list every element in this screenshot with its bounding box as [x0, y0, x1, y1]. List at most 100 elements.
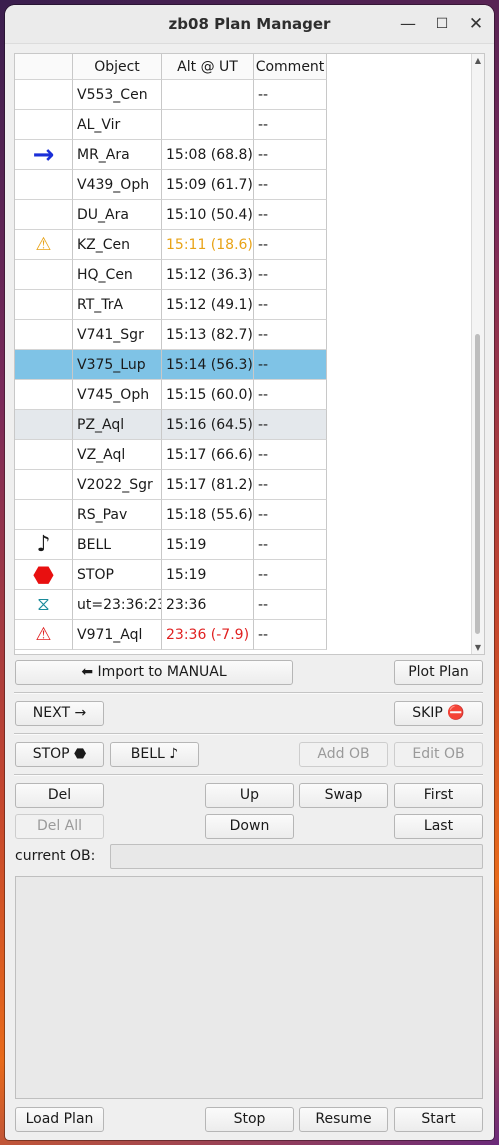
alt-ut-cell: 15:08 (68.8): [162, 140, 254, 170]
scroll-down-icon[interactable]: ▼: [472, 643, 484, 652]
object-cell: DU_Ara: [73, 200, 162, 230]
object-cell: V2022_Sgr: [73, 470, 162, 500]
table-row[interactable]: VZ_Aql 15:17 (66.6) --: [15, 440, 327, 470]
bell-button[interactable]: BELL ♪: [110, 742, 199, 767]
comment-cell: --: [254, 320, 327, 350]
close-icon[interactable]: ✕: [464, 12, 488, 36]
object-cell: STOP: [73, 560, 162, 590]
window-title: zb08 Plan Manager: [168, 15, 331, 33]
row-icon-cell: [15, 260, 73, 290]
del-all-button[interactable]: Del All: [15, 814, 104, 839]
comment-cell: --: [254, 440, 327, 470]
log-text-area[interactable]: [15, 876, 483, 1099]
maximize-icon[interactable]: ☐: [430, 12, 454, 36]
alt-ut-cell: 15:13 (82.7): [162, 320, 254, 350]
comment-cell: --: [254, 170, 327, 200]
up-button[interactable]: Up: [205, 783, 294, 808]
alt-ut-cell: 15:16 (64.5): [162, 410, 254, 440]
alt-ut-cell: 15:18 (55.6): [162, 500, 254, 530]
next-button[interactable]: NEXT →: [15, 701, 104, 726]
resume-button[interactable]: Resume: [299, 1107, 388, 1132]
table-row[interactable]: RT_TrA 15:12 (49.1) --: [15, 290, 327, 320]
comment-cell: --: [254, 110, 327, 140]
object-cell: KZ_Cen: [73, 230, 162, 260]
bell-note-icon: ♪: [15, 530, 73, 560]
object-cell: V741_Sgr: [73, 320, 162, 350]
alt-ut-cell: 23:36 (-7.9): [162, 620, 254, 650]
scroll-up-icon[interactable]: ▲: [472, 56, 484, 65]
table-row[interactable]: ⧖ ut=23:36:23 23:36 --: [15, 590, 327, 620]
table-scrollbar[interactable]: ▲ ▼: [471, 54, 484, 654]
plan-table[interactable]: Object Alt @ UT Comment V553_Cen -- AL_Vir…: [14, 53, 485, 655]
table-row[interactable]: ⚠ V971_Aql 23:36 (-7.9) --: [15, 620, 327, 650]
object-cell: V745_Oph: [73, 380, 162, 410]
alt-ut-cell: 15:19: [162, 560, 254, 590]
row-icon-cell: [15, 200, 73, 230]
row-icon-cell: [15, 470, 73, 500]
alt-ut-cell: 15:12 (49.1): [162, 290, 254, 320]
column-header-comment[interactable]: Comment: [254, 54, 327, 80]
swap-button[interactable]: Swap: [299, 783, 388, 808]
table-row[interactable]: PZ_Aql 15:16 (64.5) --: [15, 410, 327, 440]
comment-cell: --: [254, 560, 327, 590]
table-row[interactable]: ⬣ STOP 15:19 --: [15, 560, 327, 590]
start-button[interactable]: Start: [394, 1107, 483, 1132]
table-row[interactable]: V375_Lup 15:14 (56.3) --: [15, 350, 327, 380]
comment-cell: --: [254, 500, 327, 530]
table-row[interactable]: V553_Cen --: [15, 80, 327, 110]
stop-ob-button[interactable]: STOP ⬣: [15, 742, 104, 767]
skip-button[interactable]: SKIP ⛔: [394, 701, 483, 726]
object-cell: BELL: [73, 530, 162, 560]
stop-octagon-icon: ⬣: [15, 560, 73, 590]
last-button[interactable]: Last: [394, 814, 483, 839]
row-icon-cell: [15, 500, 73, 530]
column-header-icon[interactable]: [15, 54, 73, 80]
column-header-object[interactable]: Object: [73, 54, 162, 80]
row-icon-cell: [15, 290, 73, 320]
row-icon-cell: [15, 410, 73, 440]
separator: [14, 692, 483, 694]
comment-cell: --: [254, 200, 327, 230]
first-button[interactable]: First: [394, 783, 483, 808]
minimize-icon[interactable]: —: [396, 12, 420, 36]
load-plan-button[interactable]: Load Plan: [15, 1107, 104, 1132]
stop-button[interactable]: Stop: [205, 1107, 294, 1132]
table-row[interactable]: HQ_Cen 15:12 (36.3) --: [15, 260, 327, 290]
alt-ut-cell: 23:36: [162, 590, 254, 620]
comment-cell: --: [254, 380, 327, 410]
edit-ob-button[interactable]: Edit OB: [394, 742, 483, 767]
alt-ut-cell: 15:12 (36.3): [162, 260, 254, 290]
hourglass-icon: ⧖: [15, 590, 73, 620]
comment-cell: --: [254, 530, 327, 560]
add-ob-button[interactable]: Add OB: [299, 742, 388, 767]
table-row[interactable]: → MR_Ara 15:08 (68.8) --: [15, 140, 327, 170]
table-row[interactable]: ♪ BELL 15:19 --: [15, 530, 327, 560]
row-icon-cell: [15, 170, 73, 200]
table-row[interactable]: AL_Vir --: [15, 110, 327, 140]
import-to-manual-button[interactable]: ⬅ Import to MANUAL: [15, 660, 293, 685]
column-header-alt-ut[interactable]: Alt @ UT: [162, 54, 254, 80]
alt-ut-cell: 15:17 (66.6): [162, 440, 254, 470]
table-row[interactable]: V741_Sgr 15:13 (82.7) --: [15, 320, 327, 350]
comment-cell: --: [254, 80, 327, 110]
del-button[interactable]: Del: [15, 783, 104, 808]
plan-manager-window: zb08 Plan Manager — ☐ ✕ Object Alt @ UT …: [5, 5, 494, 1140]
comment-cell: --: [254, 350, 327, 380]
alt-ut-cell: 15:11 (18.6): [162, 230, 254, 260]
scrollbar-thumb[interactable]: [475, 334, 480, 634]
object-cell: HQ_Cen: [73, 260, 162, 290]
table-row[interactable]: V745_Oph 15:15 (60.0) --: [15, 380, 327, 410]
table-row[interactable]: V439_Oph 15:09 (61.7) --: [15, 170, 327, 200]
alt-ut-cell: 15:14 (56.3): [162, 350, 254, 380]
table-row[interactable]: ⚠ KZ_Cen 15:11 (18.6) --: [15, 230, 327, 260]
row-icon-cell: [15, 320, 73, 350]
object-cell: ut=23:36:23: [73, 590, 162, 620]
down-button[interactable]: Down: [205, 814, 294, 839]
plot-plan-button[interactable]: Plot Plan: [394, 660, 483, 685]
object-cell: MR_Ara: [73, 140, 162, 170]
table-row[interactable]: RS_Pav 15:18 (55.6) --: [15, 500, 327, 530]
object-cell: PZ_Aql: [73, 410, 162, 440]
table-row[interactable]: DU_Ara 15:10 (50.4) --: [15, 200, 327, 230]
current-ob-field[interactable]: [110, 844, 483, 869]
table-row[interactable]: V2022_Sgr 15:17 (81.2) --: [15, 470, 327, 500]
